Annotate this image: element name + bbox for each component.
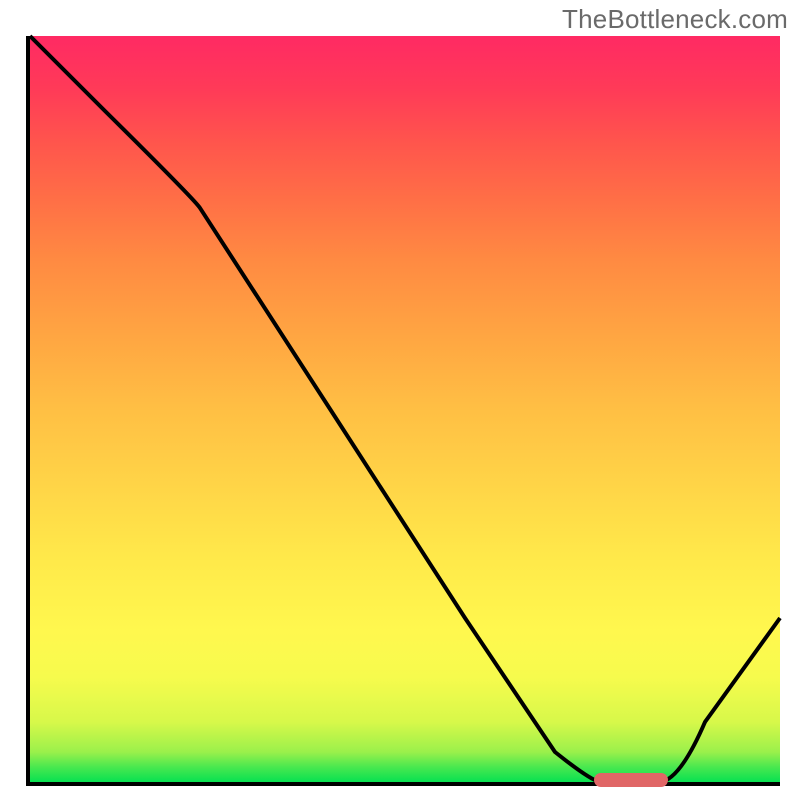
plot-area: [26, 36, 780, 786]
optimal-range-marker: [594, 773, 668, 787]
watermark-text: TheBottleneck.com: [562, 4, 788, 35]
chart-overlay: [30, 36, 780, 782]
bottleneck-curve: [30, 36, 780, 782]
chart-container: TheBottleneck.com: [0, 0, 800, 800]
